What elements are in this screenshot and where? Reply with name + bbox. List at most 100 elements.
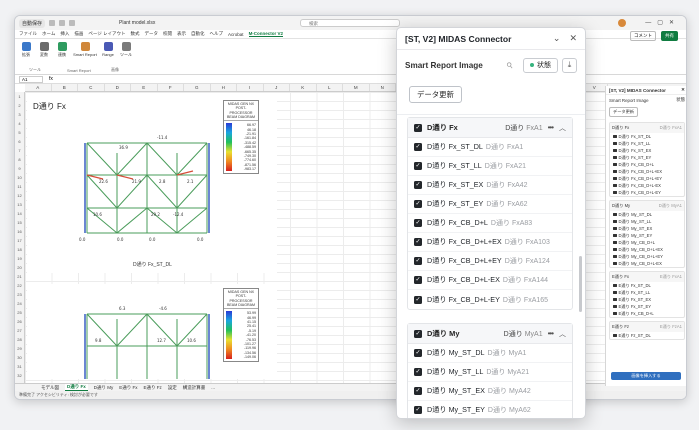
ribbon-tab[interactable]: M-Connector V2 xyxy=(248,31,284,37)
ribbon-tab[interactable]: 校閲 xyxy=(163,31,172,37)
mini-list-item[interactable]: D通り Fx_CB_D+L xyxy=(610,161,684,168)
mini-list-item[interactable]: D通り Fx_ST_DL xyxy=(610,133,684,140)
sheet-tab[interactable]: ... xyxy=(211,385,215,390)
ribbon-tab[interactable]: 描画 xyxy=(74,31,83,37)
column-header[interactable]: F xyxy=(158,84,184,91)
checkbox-checked-icon[interactable]: ✓ xyxy=(414,162,422,170)
row-header[interactable]: 15 xyxy=(15,218,24,227)
mini-list-item[interactable]: D通り Fx_CB_D+L-EX xyxy=(610,182,684,189)
row-header[interactable]: 20 xyxy=(15,263,24,272)
column-header[interactable]: G xyxy=(184,84,211,91)
image-list-item[interactable]: ✓ D通り My_ST_EX D通り MyA42 xyxy=(408,382,572,401)
comments-button[interactable]: コメント xyxy=(630,31,656,41)
checkbox-checked-icon[interactable] xyxy=(613,176,617,181)
mini-list-item[interactable]: D通り My_CB_D+L+EY xyxy=(610,253,684,260)
checkbox-checked-icon[interactable] xyxy=(613,311,617,316)
window-controls[interactable]: —▢✕ xyxy=(645,19,680,26)
row-header[interactable]: 24 xyxy=(15,299,24,308)
ribbon-tab[interactable]: ファイル xyxy=(19,31,37,37)
sheet-tab[interactable]: E通り Fx xyxy=(119,385,137,391)
name-box[interactable]: A1 xyxy=(19,75,43,83)
sheet-tab[interactable]: E通り Fz xyxy=(144,385,162,391)
mini-list-item[interactable]: E通り Fx_ST_EX xyxy=(610,296,684,303)
checkbox-checked-icon[interactable]: ✓ xyxy=(414,143,422,151)
ribbon-button-tool[interactable]: ツール xyxy=(119,42,133,71)
checkbox-checked-icon[interactable] xyxy=(613,190,617,195)
row-header[interactable]: 10 xyxy=(15,173,24,182)
column-header[interactable]: B xyxy=(52,84,78,91)
ribbon-tab[interactable]: ページ レイアウト xyxy=(88,31,125,37)
checkbox-checked-icon[interactable]: ✓ xyxy=(414,181,422,189)
ribbon-button-smart-report[interactable]: Smart Report xyxy=(73,42,97,71)
more-icon[interactable]: ••• xyxy=(548,329,554,338)
chevron-up-icon[interactable]: ︿ xyxy=(559,329,566,339)
status-button[interactable]: 状態 xyxy=(523,57,558,73)
image-list-item[interactable]: ✓ D通り Fx_CB_D+L D通り FxA83 xyxy=(408,214,572,233)
close-icon[interactable]: ✕ xyxy=(681,87,685,93)
column-header[interactable]: L xyxy=(317,84,343,91)
checkbox-checked-icon[interactable] xyxy=(613,261,617,266)
ribbon-tab[interactable]: データ xyxy=(145,31,159,37)
mini-status-button[interactable]: 状態 xyxy=(676,97,685,103)
row-header[interactable]: 23 xyxy=(15,290,24,299)
checkbox-checked-icon[interactable]: ✓ xyxy=(414,295,422,304)
checkbox-checked-icon[interactable] xyxy=(613,183,617,188)
ribbon-tab[interactable]: ヘルプ xyxy=(210,31,224,37)
image-list-item[interactable]: ✓ D通り My_ST_LL D通り MyA21 xyxy=(408,363,572,382)
row-header[interactable]: 12 xyxy=(15,191,24,200)
row-header[interactable]: 14 xyxy=(15,209,24,218)
checkbox-checked-icon[interactable]: ✓ xyxy=(414,276,422,284)
mini-group-header[interactable]: E通り Fz E通り FzA1 xyxy=(610,322,684,332)
checkbox-checked-icon[interactable] xyxy=(613,169,617,174)
column-header[interactable]: D xyxy=(105,84,131,91)
row-header[interactable]: 17 xyxy=(15,236,24,245)
checkbox-checked-icon[interactable] xyxy=(613,290,617,295)
image-list-item[interactable]: ✓ D通り Fx_CB_D+L-EY D通り FxA165 xyxy=(408,290,572,309)
checkbox-checked-icon[interactable]: ✓ xyxy=(414,123,422,132)
checkbox-checked-icon[interactable] xyxy=(613,141,617,146)
checkbox-checked-icon[interactable]: ✓ xyxy=(414,349,422,357)
row-header[interactable]: 21 xyxy=(15,272,24,281)
checkbox-checked-icon[interactable]: ✓ xyxy=(414,200,422,208)
sheet-tab[interactable]: 構造計算書 xyxy=(183,385,206,391)
checkbox-checked-icon[interactable] xyxy=(613,283,617,288)
checkbox-checked-icon[interactable] xyxy=(613,333,617,338)
column-header[interactable]: K xyxy=(290,84,317,91)
mini-insert-button[interactable]: 画像を挿入する xyxy=(611,372,681,380)
mini-list-item[interactable]: D通り Fx_CB_D+L+EY xyxy=(610,175,684,182)
group-header[interactable]: ✓ D通り My D通り MyA1 ••• ︿ xyxy=(408,324,572,344)
image-list-item[interactable]: ✓ D通り Fx_CB_D+L-EX D通り FxA144 xyxy=(408,271,572,290)
checkbox-checked-icon[interactable]: ✓ xyxy=(414,387,422,395)
checkbox-checked-icon[interactable]: ✓ xyxy=(414,257,422,265)
image-list-item[interactable]: ✓ D通り Fx_ST_DL D通り FxA1 xyxy=(408,138,572,157)
mini-list-item[interactable]: D通り Fx_CB_D+L-EY xyxy=(610,189,684,196)
row-header[interactable]: 29 xyxy=(15,344,24,353)
redo-icon[interactable] xyxy=(69,20,76,26)
mini-list-item[interactable]: D通り My_CB_D+L-EX xyxy=(610,260,684,267)
checkbox-checked-icon[interactable] xyxy=(613,155,617,160)
image-list-item[interactable]: ✓ D通り My_ST_EY D通り MyA62 xyxy=(408,401,572,418)
image-list-item[interactable]: ✓ D通り Fx_CB_D+L+EY D通り FxA124 xyxy=(408,252,572,271)
checkbox-checked-icon[interactable]: ✓ xyxy=(414,368,422,376)
image-list-item[interactable]: ✓ D通り Fx_CB_D+L+EX D通り FxA103 xyxy=(408,233,572,252)
checkbox-checked-icon[interactable] xyxy=(613,240,617,245)
row-header[interactable]: 32 xyxy=(15,371,24,380)
mini-list-item[interactable]: E通り Fx_ST_EY xyxy=(610,303,684,310)
sheet-tab[interactable]: 設定 xyxy=(168,385,177,391)
chevron-up-icon[interactable]: ︿ xyxy=(559,123,566,133)
row-header[interactable]: 16 xyxy=(15,227,24,236)
mini-list-item[interactable]: D通り My_CB_D+L+EX xyxy=(610,246,684,253)
share-button[interactable]: 共有 xyxy=(661,31,678,41)
row-header[interactable]: 4 xyxy=(15,119,24,128)
row-header[interactable]: 31 xyxy=(15,362,24,371)
refresh-data-button[interactable]: データ更新 xyxy=(409,86,462,103)
mini-group-header[interactable]: E通り Fx E通り FxA1 xyxy=(610,272,684,282)
row-header[interactable]: 25 xyxy=(15,308,24,317)
checkbox-checked-icon[interactable]: ✓ xyxy=(414,406,422,414)
checkbox-checked-icon[interactable] xyxy=(613,148,617,153)
row-header[interactable]: 8 xyxy=(15,155,24,164)
mini-group-header[interactable]: D通り Fx D通り FxA1 xyxy=(610,123,684,133)
row-header[interactable]: 22 xyxy=(15,281,24,290)
checkbox-checked-icon[interactable] xyxy=(613,226,617,231)
mini-list-item[interactable]: D通り Fx_ST_LL xyxy=(610,140,684,147)
